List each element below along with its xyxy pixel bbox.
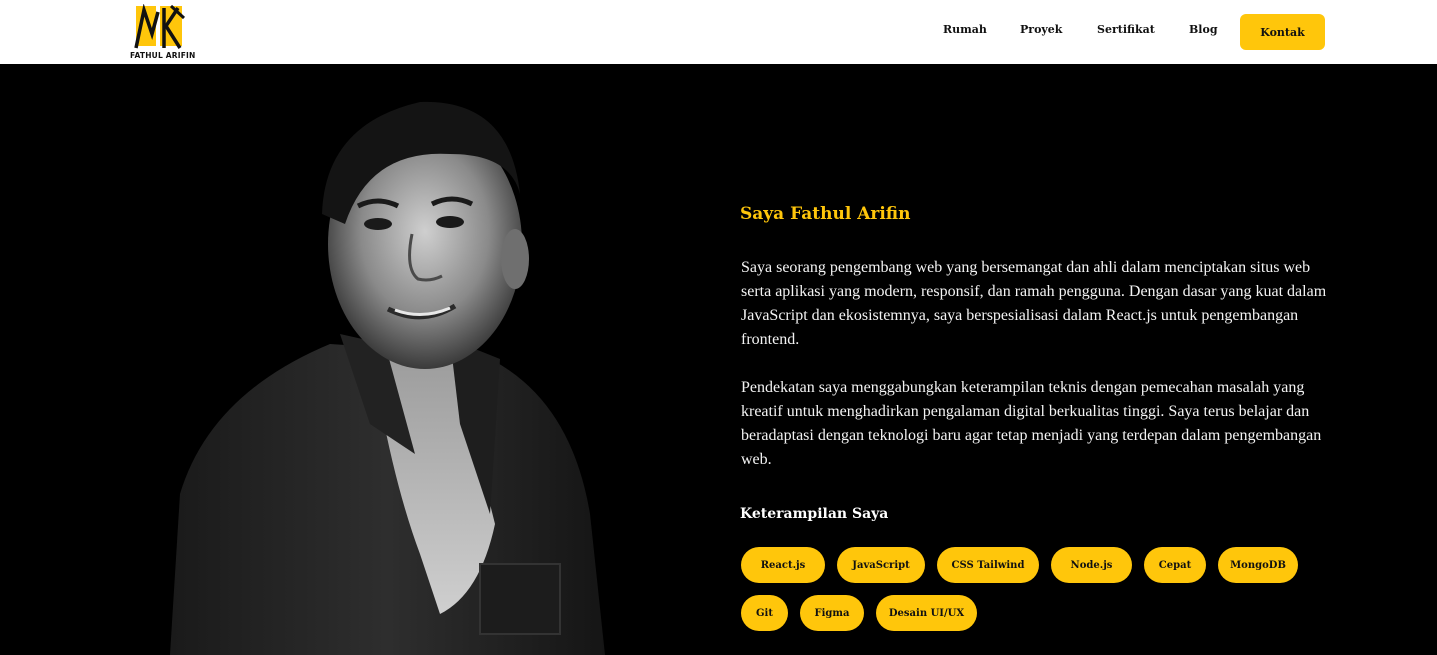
skill-chip-git[interactable]: Git — [741, 595, 788, 631]
navbar: FATHUL ARIFIN Rumah Proyek Sertifikat Bl… — [0, 0, 1437, 64]
bio-paragraph-2: Pendekatan saya menggabungkan keterampil… — [741, 379, 1322, 468]
nav-item-sertifikat[interactable]: Sertifikat — [1097, 23, 1155, 36]
skill-chip-tailwind[interactable]: CSS Tailwind — [937, 547, 1039, 583]
nav-item-rumah[interactable]: Rumah — [943, 23, 987, 36]
skill-chip-figma[interactable]: Figma — [800, 595, 864, 631]
skill-chip-javascript[interactable]: JavaScript — [837, 547, 925, 583]
brand-logo-text: FATHUL ARIFIN — [130, 51, 196, 60]
bio-paragraph-1: Saya seorang pengembang web yang bersema… — [741, 259, 1327, 348]
intro-title: Saya Fathul Arifin — [740, 204, 911, 224]
skill-chip-mongodb[interactable]: MongoDB — [1218, 547, 1298, 583]
contact-button[interactable]: Kontak — [1240, 14, 1325, 50]
hero-section: Saya Fathul Arifin Saya seorang pengemba… — [0, 64, 1437, 655]
skill-chip-node[interactable]: Node.js — [1051, 547, 1132, 583]
brand-logo[interactable]: FATHUL ARIFIN — [130, 4, 196, 60]
skill-chip-cepat[interactable]: Cepat — [1144, 547, 1206, 583]
portrait-image — [150, 94, 620, 655]
person-portrait-icon — [170, 101, 605, 655]
nav-item-proyek[interactable]: Proyek — [1020, 23, 1062, 36]
skills-title: Keterampilan Saya — [740, 506, 889, 522]
skill-chip-react[interactable]: React.js — [741, 547, 825, 583]
logo-mark-icon — [134, 4, 186, 49]
nav-item-blog[interactable]: Blog — [1189, 23, 1218, 36]
skill-chip-uiux[interactable]: Desain UI/UX — [876, 595, 977, 631]
